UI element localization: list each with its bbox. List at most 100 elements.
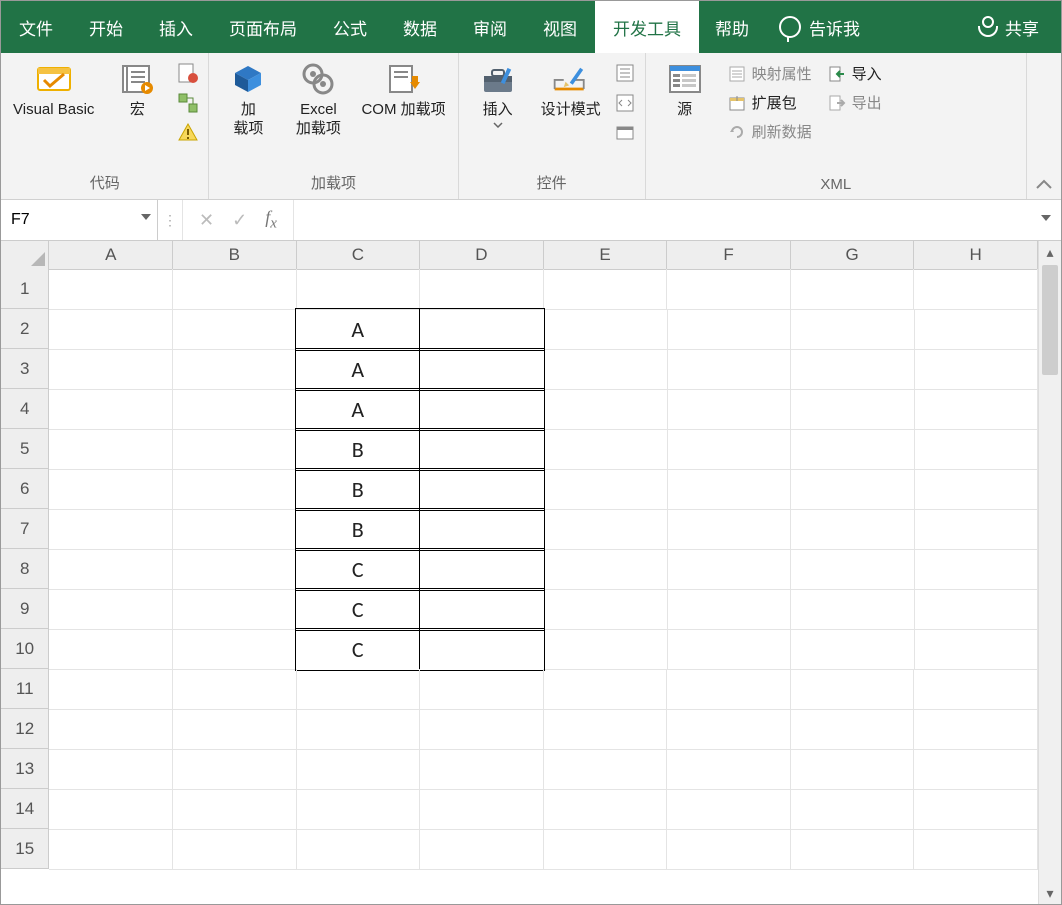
cell-E2[interactable] [545, 309, 668, 350]
cancel-icon[interactable]: ✕ [199, 210, 214, 231]
cell-C2[interactable]: A [295, 308, 420, 351]
xml-source-button[interactable]: 源 [652, 57, 718, 120]
cell-G13[interactable] [791, 749, 915, 790]
cell-F11[interactable] [667, 669, 791, 710]
cell-E10[interactable] [545, 629, 668, 670]
macros-button[interactable]: 宏 [104, 57, 170, 120]
cell-H6[interactable] [915, 469, 1038, 510]
row-header-7[interactable]: 7 [1, 509, 49, 549]
vertical-scrollbar[interactable]: ▴ ▾ [1038, 241, 1061, 904]
cell-G1[interactable] [791, 269, 915, 310]
cell-D11[interactable] [420, 669, 544, 710]
cell-H7[interactable] [915, 509, 1038, 550]
cell-B9[interactable] [173, 589, 296, 630]
row-header-6[interactable]: 6 [1, 469, 49, 509]
row-header-5[interactable]: 5 [1, 429, 49, 469]
cell-E13[interactable] [544, 749, 668, 790]
cell-F2[interactable] [668, 309, 791, 350]
cell-B8[interactable] [173, 549, 296, 590]
cell-A10[interactable] [49, 629, 172, 670]
column-header-A[interactable]: A [49, 241, 173, 270]
cell-E1[interactable] [544, 269, 668, 310]
cell-A8[interactable] [49, 549, 172, 590]
cell-E14[interactable] [544, 789, 668, 830]
cell-G12[interactable] [791, 709, 915, 750]
cell-H15[interactable] [914, 829, 1038, 870]
cell-G9[interactable] [791, 589, 914, 630]
cell-G2[interactable] [791, 309, 914, 350]
column-header-B[interactable]: B [173, 241, 297, 270]
row-header-13[interactable]: 13 [1, 749, 49, 789]
xml-import-button[interactable]: 导入 [822, 61, 888, 86]
name-box[interactable] [1, 200, 158, 240]
tab-home[interactable]: 开始 [71, 1, 141, 53]
cell-G3[interactable] [791, 349, 914, 390]
cell-B2[interactable] [173, 309, 296, 350]
cell-D12[interactable] [420, 709, 544, 750]
cell-A11[interactable] [49, 669, 173, 710]
cell-H8[interactable] [915, 549, 1038, 590]
insert-control-button[interactable]: 插入 [465, 57, 531, 128]
cell-D13[interactable] [420, 749, 544, 790]
cell-B10[interactable] [173, 629, 296, 670]
cell-G6[interactable] [791, 469, 914, 510]
column-header-E[interactable]: E [544, 241, 668, 270]
fx-icon[interactable]: fx [265, 207, 277, 233]
record-macro-button[interactable] [174, 59, 202, 87]
formula-bar-expand[interactable]: ⋮ [158, 200, 183, 240]
cell-C5[interactable]: B [295, 428, 420, 471]
enter-icon[interactable]: ✓ [232, 210, 247, 231]
addins-button[interactable]: 加 载项 [215, 57, 281, 139]
cell-B15[interactable] [173, 829, 297, 870]
cell-H3[interactable] [915, 349, 1038, 390]
cell-E9[interactable] [545, 589, 668, 630]
cell-A15[interactable] [49, 829, 173, 870]
cell-G7[interactable] [791, 509, 914, 550]
cell-F7[interactable] [668, 509, 791, 550]
tab-data[interactable]: 数据 [385, 1, 455, 53]
cell-F4[interactable] [668, 389, 791, 430]
row-header-2[interactable]: 2 [1, 309, 49, 349]
cell-D15[interactable] [420, 829, 544, 870]
cell-F12[interactable] [667, 709, 791, 750]
cell-E7[interactable] [545, 509, 668, 550]
cell-D7[interactable] [419, 508, 544, 551]
scroll-thumb[interactable] [1042, 265, 1058, 375]
cell-C11[interactable] [297, 669, 421, 710]
xml-export-button[interactable]: 导出 [822, 90, 888, 115]
cell-E8[interactable] [545, 549, 668, 590]
cell-D2[interactable] [419, 308, 544, 351]
cell-B13[interactable] [173, 749, 297, 790]
cell-D5[interactable] [419, 428, 544, 471]
cell-C6[interactable]: B [295, 468, 420, 511]
cell-A13[interactable] [49, 749, 173, 790]
formula-bar-dropdown-icon[interactable] [1041, 215, 1051, 221]
cell-C8[interactable]: C [295, 548, 420, 591]
column-header-H[interactable]: H [914, 241, 1038, 270]
cell-H13[interactable] [914, 749, 1038, 790]
cell-D6[interactable] [419, 468, 544, 511]
column-header-F[interactable]: F [667, 241, 791, 270]
cell-D14[interactable] [420, 789, 544, 830]
cell-A6[interactable] [49, 469, 172, 510]
cell-F6[interactable] [668, 469, 791, 510]
formula-input-wrap[interactable] [294, 200, 1061, 240]
cell-D9[interactable] [419, 588, 544, 631]
cell-F15[interactable] [667, 829, 791, 870]
refresh-data-button[interactable]: 刷新数据 [722, 119, 818, 144]
cell-B1[interactable] [173, 269, 297, 310]
cell-B11[interactable] [173, 669, 297, 710]
cell-H9[interactable] [915, 589, 1038, 630]
cell-D1[interactable] [420, 269, 544, 310]
cell-C3[interactable]: A [295, 348, 420, 391]
macro-security-button[interactable] [174, 119, 202, 147]
scroll-up-button[interactable]: ▴ [1039, 241, 1061, 263]
column-header-G[interactable]: G [791, 241, 915, 270]
cell-B12[interactable] [173, 709, 297, 750]
expansion-packs-button[interactable]: 扩展包 [722, 90, 818, 115]
cell-F14[interactable] [667, 789, 791, 830]
cell-A1[interactable] [49, 269, 173, 310]
scroll-down-button[interactable]: ▾ [1039, 882, 1061, 904]
cell-C4[interactable]: A [295, 388, 420, 431]
cell-B5[interactable] [173, 429, 296, 470]
